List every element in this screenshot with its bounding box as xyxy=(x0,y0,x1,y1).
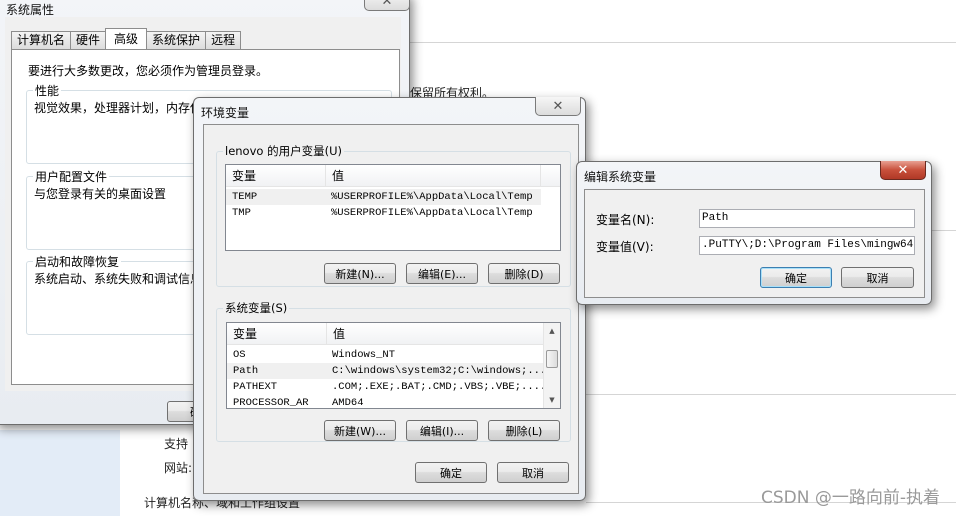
website-label: 网站: xyxy=(164,461,193,475)
list-row[interactable]: OS Windows_NT xyxy=(227,347,544,363)
window-title: 环境变量 xyxy=(201,106,250,120)
column-header-variable[interactable]: 变量 xyxy=(226,165,326,187)
divider xyxy=(410,42,956,43)
close-icon: ✕ xyxy=(897,162,909,178)
close-icon: ✕ xyxy=(552,98,564,114)
list-header: 变量 值 xyxy=(226,165,560,187)
group-title: 启动和故障恢复 xyxy=(33,253,122,270)
variable-name: Path xyxy=(233,365,259,377)
variable-value: C:\windows\system32;C:\windows;... xyxy=(332,365,547,377)
edit-system-variable-window: 编辑系统变量 ✕ 变量名(N): Path 变量值(V): .PuTTY\;D:… xyxy=(576,161,932,305)
window-title: 系统属性 xyxy=(6,3,55,17)
scrollbar-thumb[interactable] xyxy=(546,350,558,368)
variable-name: PATHEXT xyxy=(233,381,278,393)
list-row[interactable]: TMP %USERPROFILE%\AppData\Local\Temp xyxy=(226,205,541,221)
close-button[interactable]: ✕ xyxy=(535,97,581,116)
divider xyxy=(586,394,956,395)
tab-computer-name[interactable]: 计算机名 xyxy=(11,31,72,49)
variable-value: %USERPROFILE%\AppData\Local\Temp xyxy=(331,207,533,219)
list-row[interactable]: TEMP %USERPROFILE%\AppData\Local\Temp xyxy=(226,189,541,205)
system-edit-button[interactable]: 编辑(I)... xyxy=(406,420,478,441)
support-label: 支持 xyxy=(164,437,189,451)
cancel-button[interactable]: 取消 xyxy=(841,267,914,288)
user-variables-label: lenovo 的用户变量(U) xyxy=(223,143,344,159)
scroll-up-arrow-icon[interactable]: ▲ xyxy=(544,323,560,339)
variable-name-input[interactable]: Path xyxy=(699,209,915,228)
user-delete-button[interactable]: 删除(D) xyxy=(488,263,560,284)
group-title: 性能 xyxy=(33,82,62,99)
column-header-value[interactable]: 值 xyxy=(327,323,545,345)
variable-name: TMP xyxy=(232,207,251,219)
column-header-value[interactable]: 值 xyxy=(326,165,541,187)
variable-value: %USERPROFILE%\AppData\Local\Temp xyxy=(331,191,533,203)
group-description: 系统启动、系统失败和调试信息 xyxy=(34,272,203,286)
variable-name: TEMP xyxy=(232,191,258,203)
user-edit-button[interactable]: 编辑(E)... xyxy=(406,263,478,284)
vertical-scrollbar[interactable]: ▲ ▼ xyxy=(543,323,560,408)
variable-value-input[interactable]: .PuTTY\;D:\Program Files\mingw64\bin xyxy=(699,236,915,255)
system-delete-button[interactable]: 删除(L) xyxy=(488,420,560,441)
variable-value: Windows_NT xyxy=(332,349,396,361)
client-area: lenovo 的用户变量(U) 变量 值 TEMP %USERPROFILE%\… xyxy=(203,124,579,494)
user-variables-list[interactable]: 变量 值 TEMP %USERPROFILE%\AppData\Local\Te… xyxy=(225,164,561,251)
tab-advanced[interactable]: 高级 xyxy=(105,28,148,49)
variable-value: AMD64 xyxy=(332,397,364,409)
watermark: CSDN @一路向前-执着 xyxy=(760,488,940,508)
cancel-button[interactable]: 取消 xyxy=(497,462,569,483)
close-button[interactable]: ✕ xyxy=(880,161,926,180)
tab-system-protection[interactable]: 系统保护 xyxy=(146,31,207,49)
tab-bar: 计算机名 硬件 高级 系统保护 远程 xyxy=(11,28,242,49)
list-row[interactable]: PROCESSOR_AR AMD64 xyxy=(227,395,544,409)
group-title: 用户配置文件 xyxy=(33,168,110,185)
left-nav-strip xyxy=(0,430,120,516)
client-area: 变量名(N): Path 变量值(V): .PuTTY\;D:\Program … xyxy=(584,189,925,298)
variable-value: .COM;.EXE;.BAT;.CMD;.VBS;.VBE;.... xyxy=(332,381,547,393)
environment-variables-window: 环境变量 ✕ lenovo 的用户变量(U) 变量 值 TEMP %USERPR… xyxy=(193,97,586,501)
divider xyxy=(930,230,956,231)
system-variables-list[interactable]: 变量 值 OS Windows_NT Path C:\windows\syste… xyxy=(226,322,561,409)
variable-value-label: 变量值(V): xyxy=(596,240,654,254)
column-header-variable[interactable]: 变量 xyxy=(227,323,327,345)
tab-hardware[interactable]: 硬件 xyxy=(70,31,107,49)
list-row[interactable]: Path C:\windows\system32;C:\windows;... xyxy=(227,363,547,379)
user-new-button[interactable]: 新建(N)... xyxy=(324,263,396,284)
window-title: 编辑系统变量 xyxy=(584,170,657,184)
system-variables-label: 系统变量(S) xyxy=(223,300,290,316)
list-row[interactable]: PATHEXT .COM;.EXE;.BAT;.CMD;.VBS;.VBE;..… xyxy=(227,379,547,395)
variable-name: OS xyxy=(233,349,246,361)
system-new-button[interactable]: 新建(W)... xyxy=(324,420,396,441)
admin-note: 要进行大多数更改，您必须作为管理员登录。 xyxy=(28,64,269,78)
user-variables-group: lenovo 的用户变量(U) 变量 值 TEMP %USERPROFILE%\… xyxy=(216,143,571,287)
list-header: 变量 值 xyxy=(227,323,543,345)
tab-remote[interactable]: 远程 xyxy=(205,31,242,49)
close-icon: ✕ xyxy=(381,0,393,9)
variable-name: PROCESSOR_AR xyxy=(233,397,309,409)
group-description: 与您登录有关的桌面设置 xyxy=(34,187,167,201)
system-variables-group: 系统变量(S) 变量 值 OS Windows_NT Path C:\windo… xyxy=(216,300,571,442)
scroll-down-arrow-icon[interactable]: ▼ xyxy=(544,392,560,408)
ok-button[interactable]: 确定 xyxy=(760,267,832,288)
ok-button[interactable]: 确定 xyxy=(415,462,487,483)
close-button[interactable]: ✕ xyxy=(364,0,410,11)
variable-name-label: 变量名(N): xyxy=(596,213,655,227)
